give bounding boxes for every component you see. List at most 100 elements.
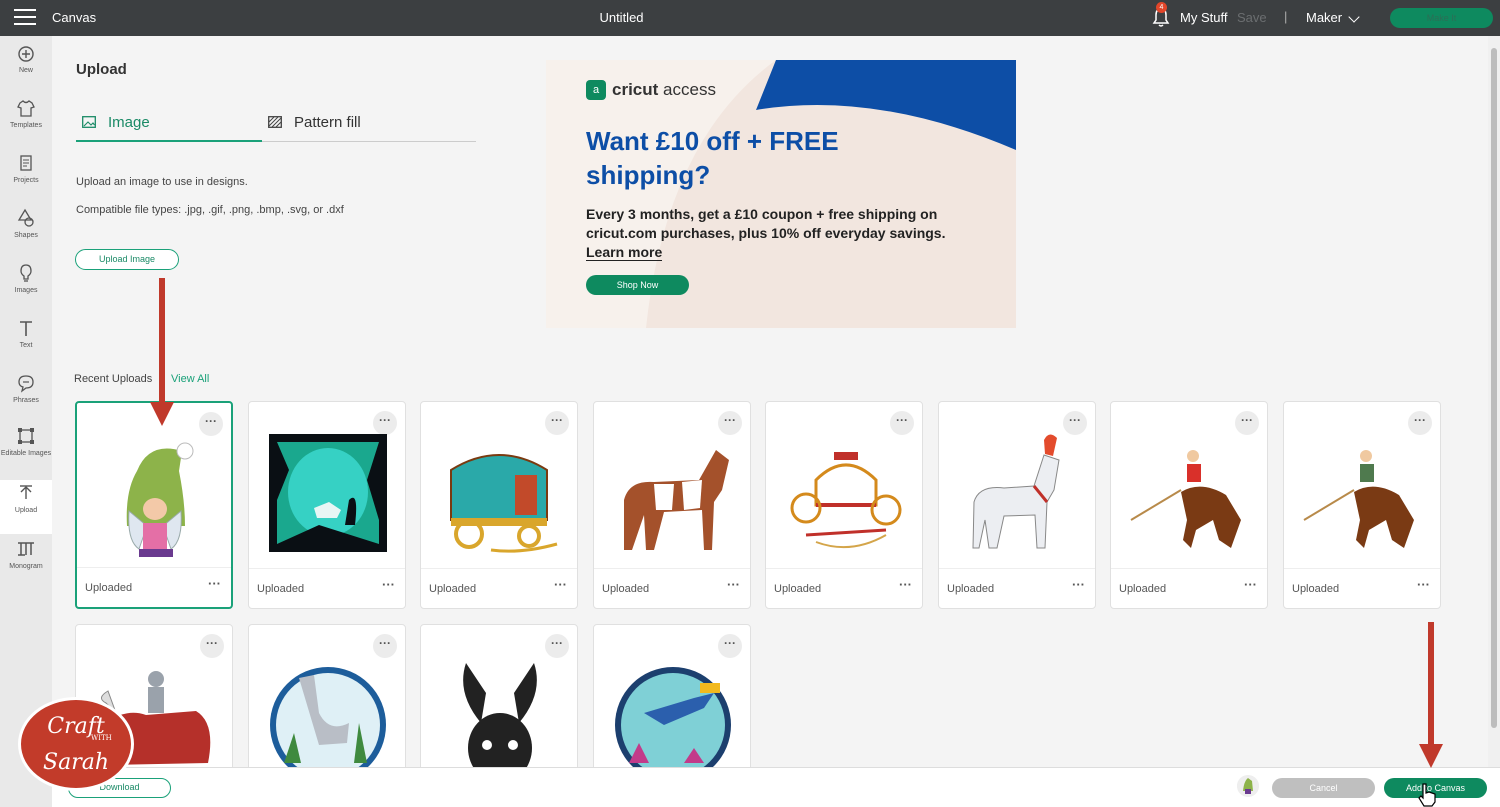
upload-card[interactable]: ···	[420, 624, 578, 783]
more-options-icon[interactable]: ···	[1244, 577, 1257, 592]
shop-now-button[interactable]: Shop Now	[586, 275, 689, 295]
sidebar-label: Shapes	[14, 232, 38, 239]
editable-images-icon	[18, 428, 34, 444]
card-label: Uploaded	[602, 583, 650, 595]
sidebar-item-new[interactable]: New	[0, 40, 52, 94]
brand-light: access	[663, 80, 716, 99]
crane-circle-icon	[270, 667, 386, 783]
card-label: Uploaded	[1119, 583, 1167, 595]
scrollbar-thumb[interactable]	[1491, 48, 1497, 728]
diver-circle-icon	[615, 667, 731, 783]
upload-card[interactable]: ··· Uploaded ···	[420, 401, 578, 609]
sidebar-label: Images	[14, 287, 38, 294]
save-button[interactable]: Save	[1237, 10, 1267, 25]
upload-card[interactable]: ··· Uploaded ···	[248, 401, 406, 609]
plus-circle-icon	[18, 46, 34, 62]
card-label: Uploaded	[429, 583, 477, 595]
upload-card[interactable]: ··· Uploaded ···	[593, 401, 751, 609]
more-options-icon[interactable]: ···	[1417, 577, 1430, 592]
upload-card[interactable]: ··· Uploaded ···	[938, 401, 1096, 609]
machine-select[interactable]: Maker	[1306, 10, 1342, 25]
sidebar-label: Phrases	[13, 397, 39, 404]
more-options-icon[interactable]: ···	[727, 577, 740, 592]
card-label: Uploaded	[257, 583, 305, 595]
file-types-text: Compatible file types: .jpg, .gif, .png,…	[76, 204, 344, 216]
cricut-logo-icon: a	[586, 80, 606, 100]
speech-bubble-icon	[18, 375, 34, 393]
tab-label: Image	[108, 114, 150, 131]
card-footer: Uploaded ···	[1111, 568, 1267, 608]
chevron-down-icon[interactable]	[1348, 11, 1360, 23]
upload-card[interactable]: ··· Uploaded ···	[75, 401, 233, 609]
upload-card[interactable]: ···	[593, 624, 751, 783]
forest-scene-icon	[269, 434, 387, 552]
tab-pattern-fill[interactable]: Pattern fill	[262, 104, 476, 142]
sidebar-item-templates[interactable]: Templates	[0, 95, 52, 149]
card-label: Uploaded	[85, 582, 133, 594]
vertical-scrollbar[interactable]	[1488, 36, 1500, 767]
sidebar-label: Upload	[14, 507, 38, 514]
topbar-divider: |	[1284, 9, 1288, 24]
learn-more-link[interactable]: Learn more	[586, 244, 663, 261]
sidebar-item-text[interactable]: Text	[0, 315, 52, 369]
more-options-icon[interactable]: ···	[382, 577, 395, 592]
sidebar-label: New	[18, 67, 33, 74]
sidebar-label: Templates	[10, 122, 42, 129]
cricut-access-ad[interactable]: a cricut access Want £10 off + FREE ship…	[546, 60, 1016, 328]
brand-bold: cricut	[612, 80, 659, 99]
document-title[interactable]: Untitled	[0, 10, 1243, 25]
logo-text-craft: Craft	[47, 714, 105, 739]
cancel-button[interactable]: Cancel	[1272, 778, 1375, 798]
sidebar-item-shapes[interactable]: Shapes	[0, 205, 52, 259]
tab-image[interactable]: Image	[76, 104, 262, 142]
shirt-icon	[17, 100, 35, 117]
card-footer: Uploaded ···	[77, 567, 231, 607]
sidebar-label: Projects	[13, 177, 39, 184]
craft-with-sarah-logo: Craft WITH Sarah	[18, 697, 134, 791]
pattern-icon	[268, 116, 282, 128]
annotation-arrow-icon	[1419, 622, 1443, 768]
hand-pointer-icon	[1418, 783, 1436, 807]
panel-title: Upload	[76, 61, 127, 78]
ad-body: Every 3 months, get a £10 coupon + free …	[586, 206, 946, 241]
hare-icon	[463, 663, 537, 783]
recent-uploads-label: Recent Uploads	[74, 373, 153, 385]
card-label: Uploaded	[774, 583, 822, 595]
ad-brand: cricut access	[612, 80, 716, 100]
card-footer: Uploaded ···	[766, 568, 922, 608]
view-all-link[interactable]: View All	[171, 373, 209, 385]
card-label: Uploaded	[947, 583, 995, 595]
sidebar-item-images[interactable]: Images	[0, 260, 52, 314]
upload-image-button[interactable]: Upload Image	[75, 249, 179, 270]
sidebar-item-monogram[interactable]: Monogram	[0, 536, 52, 590]
card-footer: Uploaded ···	[249, 568, 405, 608]
white-horse-icon	[972, 434, 1060, 549]
projects-icon	[20, 155, 32, 171]
left-sidebar: New Templates Projects Shapes Images Tex…	[0, 36, 52, 807]
more-options-icon[interactable]: ···	[554, 577, 567, 592]
sidebar-item-projects[interactable]: Projects	[0, 150, 52, 204]
more-options-icon[interactable]: ···	[1072, 577, 1085, 592]
top-bar: Canvas Untitled 4 My Stuff Save | Maker …	[0, 0, 1500, 36]
sidebar-item-editable-images[interactable]: Editable Images	[0, 423, 52, 481]
upload-card[interactable]: ··· Uploaded ···	[1110, 401, 1268, 609]
sidebar-item-phrases[interactable]: Phrases	[0, 370, 52, 424]
carriage-icon	[790, 452, 902, 549]
upload-card[interactable]: ··· Uploaded ···	[1283, 401, 1441, 609]
upload-icon	[20, 485, 32, 499]
sidebar-label: Monogram	[9, 563, 43, 570]
text-icon	[20, 321, 32, 336]
my-stuff-link[interactable]: My Stuff	[1180, 10, 1227, 25]
card-footer: Uploaded ···	[594, 568, 750, 608]
make-it-button[interactable]: Make It	[1390, 8, 1493, 28]
more-options-icon[interactable]: ···	[899, 577, 912, 592]
card-footer: Uploaded ···	[421, 568, 577, 608]
upload-card[interactable]: ···	[248, 624, 406, 783]
upload-card[interactable]: ··· Uploaded ···	[765, 401, 923, 609]
polo-player-red-icon	[1130, 450, 1241, 548]
sidebar-item-upload[interactable]: Upload	[0, 480, 52, 534]
notification-badge: 4	[1156, 2, 1167, 13]
more-options-icon[interactable]: ···	[208, 576, 221, 591]
sidebar-label: Text	[19, 342, 33, 349]
horse-icon	[624, 450, 729, 550]
